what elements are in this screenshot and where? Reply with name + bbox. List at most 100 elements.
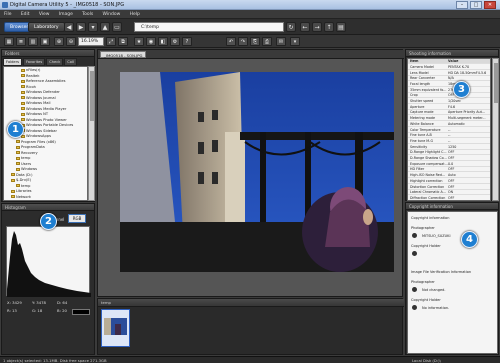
rate-icon[interactable]: ★ — [134, 37, 144, 46]
image-viewer: _IMG0518 - SON.JPG — [97, 49, 404, 297]
minimize-button[interactable]: – — [456, 1, 468, 9]
tree-item[interactable]: temp — [16, 156, 30, 161]
tree-item-label: ProgramData — [21, 145, 45, 149]
zoom-level-field[interactable]: 16.19% — [78, 37, 104, 46]
folder-icon — [21, 79, 25, 83]
maximize-button[interactable]: □ — [470, 1, 482, 9]
folder-open-icon[interactable]: ▤ — [336, 22, 346, 32]
tree-item[interactable]: Realtek — [21, 74, 39, 79]
tree-item[interactable]: Ricoh — [21, 85, 36, 90]
tree-item-label: Data (D:) — [16, 172, 33, 177]
folder-icon — [11, 173, 15, 176]
folder-icon — [21, 112, 25, 116]
menu-tools[interactable]: Tools — [78, 10, 97, 17]
tree-item[interactable]: Data (D:) — [11, 173, 33, 178]
folder-icon[interactable]: ▭ — [112, 22, 122, 32]
viewer-tab[interactable]: _IMG0518 - SON.JPG — [100, 51, 146, 58]
menu-file[interactable]: File — [0, 10, 16, 17]
tree-item[interactable]: Libraries — [11, 189, 32, 194]
row-item: Metering mode — [410, 116, 436, 121]
refresh-icon[interactable]: ↻ — [286, 22, 296, 32]
table-row: Highlight correction OFF — [408, 179, 490, 184]
tree-item[interactable]: ProgramData — [16, 145, 45, 150]
menu-view[interactable]: View — [35, 10, 54, 17]
tree-item[interactable]: Program Files (x86) — [16, 140, 56, 145]
header-value: Value — [448, 59, 459, 63]
laboratory-button[interactable]: Laboratory — [28, 22, 65, 32]
tree-item[interactable]: $-Drv(E) — [11, 178, 31, 183]
tree-item[interactable]: Windows Portable Devices — [21, 123, 73, 128]
tree-item-label: Ricoh — [26, 84, 36, 89]
tree-item[interactable]: nFiles(r) — [21, 68, 40, 73]
tree-item[interactable]: Windows Sidebar — [21, 129, 57, 134]
channel-select[interactable]: RGB — [68, 214, 86, 223]
fit-icon[interactable]: ⤢ — [106, 37, 116, 46]
menu-edit[interactable]: Edit — [17, 10, 34, 17]
dropdown-icon[interactable]: ▾ — [88, 22, 98, 32]
color-icon[interactable]: ◉ — [146, 37, 156, 46]
tree-item[interactable]: Windows Media Player — [21, 107, 66, 112]
thumbnail-selected[interactable] — [101, 309, 130, 347]
rotate-left-icon[interactable]: ↶ — [226, 37, 236, 46]
menu-help[interactable]: Help — [126, 10, 144, 17]
tab-favorites[interactable]: Favorites — [22, 58, 46, 66]
tree-item[interactable]: Recovery — [16, 151, 38, 156]
nav-forward-icon[interactable]: → — [312, 22, 322, 32]
menu-window[interactable]: Window — [99, 10, 125, 17]
tree-item[interactable]: temp — [16, 184, 30, 189]
path-input[interactable]: C:\temp — [134, 22, 284, 32]
tree-item[interactable]: Network — [11, 195, 31, 200]
tree-item[interactable]: Windows Photo Viewer — [21, 118, 67, 123]
table-row: Rear Converter N/A — [408, 76, 490, 82]
up-folder-icon[interactable]: ▲ — [100, 22, 110, 32]
folder-icon — [11, 189, 15, 193]
row-value: OFF — [448, 156, 455, 160]
table-row: Capture mode Aperture Priority Aut... — [408, 110, 490, 116]
scrollbar-thumb[interactable] — [90, 71, 94, 121]
row-item: Lens Model — [410, 70, 429, 75]
row-item: Shutter speed — [410, 99, 434, 103]
menu-image[interactable]: Image — [55, 10, 77, 17]
save-icon[interactable]: ▾ — [290, 37, 300, 46]
nav-back-icon[interactable]: ← — [300, 22, 310, 32]
header-item: Item — [410, 59, 419, 63]
main-photo[interactable] — [120, 72, 394, 272]
compare-icon[interactable]: ⧉ — [118, 37, 128, 46]
shooting-scrollbar[interactable] — [492, 58, 499, 201]
list-view-icon[interactable]: ≣ — [16, 37, 26, 46]
tree-item[interactable]: Users — [16, 162, 31, 167]
copy-icon[interactable]: ⎘ — [250, 37, 260, 46]
tree-item[interactable]: WindowsApps — [21, 134, 51, 139]
tree-item[interactable]: Reference Assemblies — [21, 79, 66, 84]
help-icon[interactable]: ? — [182, 37, 192, 46]
back-arrow-icon[interactable]: ◀ — [64, 22, 74, 32]
grid-view-icon[interactable]: ▦ — [4, 37, 14, 46]
layers-icon[interactable]: ◧ — [158, 37, 168, 46]
scrollbar-thumb[interactable] — [494, 63, 498, 103]
tab-check[interactable]: Check — [46, 58, 64, 66]
settings-icon[interactable]: ⚙ — [170, 37, 180, 46]
folder-icon — [11, 178, 15, 182]
tree-item[interactable]: Windows Mail — [21, 101, 50, 106]
folder-tree-scrollbar[interactable] — [88, 66, 95, 201]
tab-coll[interactable]: Coll — [64, 58, 77, 66]
forward-arrow-icon[interactable]: ▶ — [76, 22, 86, 32]
tree-item-label: Windows Media Player — [26, 106, 67, 111]
tab-folders[interactable]: Folders — [3, 58, 22, 66]
tree-item[interactable]: Windows — [16, 167, 37, 172]
nav-up-icon[interactable]: ↑ — [324, 22, 334, 32]
tree-item[interactable]: Windows NT — [21, 112, 48, 117]
zoom-in-icon[interactable]: ⊕ — [54, 37, 64, 46]
row-value: 1/20sec — [448, 99, 461, 103]
tree-item-label: $-Drv(E) — [16, 178, 32, 182]
image-view-icon[interactable]: ▣ — [40, 37, 50, 46]
close-button[interactable]: ✕ — [484, 1, 496, 9]
mail-icon[interactable]: ✉ — [276, 37, 286, 46]
row-value: 0.0 — [448, 161, 454, 166]
detail-view-icon[interactable]: ▥ — [28, 37, 38, 46]
tree-item[interactable]: Windows Journal — [21, 96, 56, 101]
tree-item[interactable]: Windows Defender — [21, 90, 60, 95]
print-icon[interactable]: ⎙ — [262, 37, 272, 46]
zoom-out-icon[interactable]: ⊖ — [66, 37, 76, 46]
rotate-right-icon[interactable]: ↷ — [238, 37, 248, 46]
